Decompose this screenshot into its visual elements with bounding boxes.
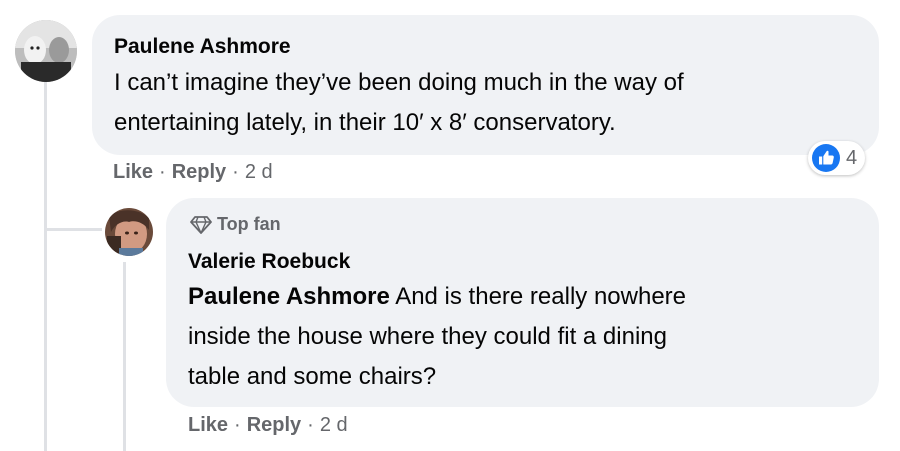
reply-text: Paulene Ashmore And is there really nowh… (188, 277, 868, 397)
separator: · (232, 161, 239, 183)
diamond-icon (190, 215, 212, 234)
reaction-count-value: 4 (846, 146, 858, 169)
comment-author[interactable]: Paulene Ashmore (114, 35, 291, 59)
comment-text-line: entertaining lately, in their 10′ x 8′ c… (114, 109, 616, 136)
reply-actions: Like · Reply · 2 d (188, 414, 348, 437)
like-icon (812, 144, 840, 172)
reply-avatar[interactable] (105, 208, 153, 256)
top-fan-badge: Top fan (190, 214, 281, 235)
top-fan-label: Top fan (217, 214, 281, 234)
avatar[interactable] (15, 20, 77, 82)
timestamp[interactable]: 2 d (245, 161, 273, 183)
reply-text-line: Paulene Ashmore And is there really nowh… (188, 277, 868, 317)
reply-bubble: Top fan Valerie Roebuck Paulene Ashmore … (166, 198, 879, 407)
like-button[interactable]: Like (113, 161, 153, 183)
comment-text-line: I can’t imagine they’ve been doing much … (114, 69, 684, 96)
separator: · (307, 414, 314, 436)
reply-text-segment: And is there really nowhere (389, 283, 687, 310)
separator: · (159, 161, 166, 183)
thread-line-vertical (44, 82, 47, 451)
mention-link[interactable]: Paulene Ashmore (188, 283, 390, 310)
reply-button[interactable]: Reply (172, 161, 226, 183)
reply-button[interactable]: Reply (247, 414, 301, 436)
comment-bubble: Paulene Ashmore I can’t imagine they’ve … (92, 15, 879, 155)
like-button[interactable]: Like (188, 414, 228, 436)
reply-thread-line (123, 262, 126, 451)
reply-author[interactable]: Valerie Roebuck (188, 250, 350, 274)
reaction-count[interactable]: 4 (808, 141, 866, 175)
timestamp[interactable]: 2 d (320, 414, 348, 436)
comment-actions: Like · Reply · 2 d (113, 161, 273, 184)
reply-text-line: inside the house where they could fit a … (188, 323, 667, 350)
thread-line-branch (44, 228, 102, 231)
reply-text-line: table and some chairs? (188, 363, 437, 390)
separator: · (234, 414, 241, 436)
comment-text: I can’t imagine they’ve been doing much … (114, 63, 874, 143)
